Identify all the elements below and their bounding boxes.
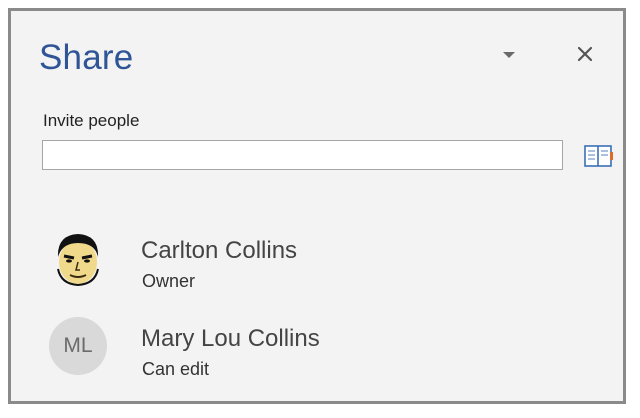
shared-person-item[interactable]: ML Mary Lou Collins Can edit — [49, 317, 569, 381]
close-icon — [577, 46, 593, 62]
address-book-button[interactable] — [581, 142, 615, 170]
pane-title: Share — [39, 38, 134, 77]
close-button[interactable] — [569, 39, 601, 69]
address-book-icon — [584, 145, 613, 167]
person-name: Mary Lou Collins — [141, 325, 320, 352]
share-pane: Share Invite people Carlton Collins Owne… — [8, 8, 626, 404]
person-photo-icon — [49, 229, 107, 287]
shared-person-item[interactable]: Carlton Collins Owner — [49, 229, 569, 293]
chevron-down-icon — [503, 52, 515, 58]
person-permission: Owner — [142, 271, 196, 291]
person-permission: Can edit — [142, 359, 210, 379]
invite-people-label: Invite people — [43, 111, 140, 130]
task-pane-options-button[interactable] — [497, 44, 521, 66]
invite-people-input[interactable] — [42, 140, 563, 170]
person-name: Carlton Collins — [141, 237, 298, 264]
avatar — [49, 229, 107, 287]
avatar: ML — [49, 317, 107, 375]
